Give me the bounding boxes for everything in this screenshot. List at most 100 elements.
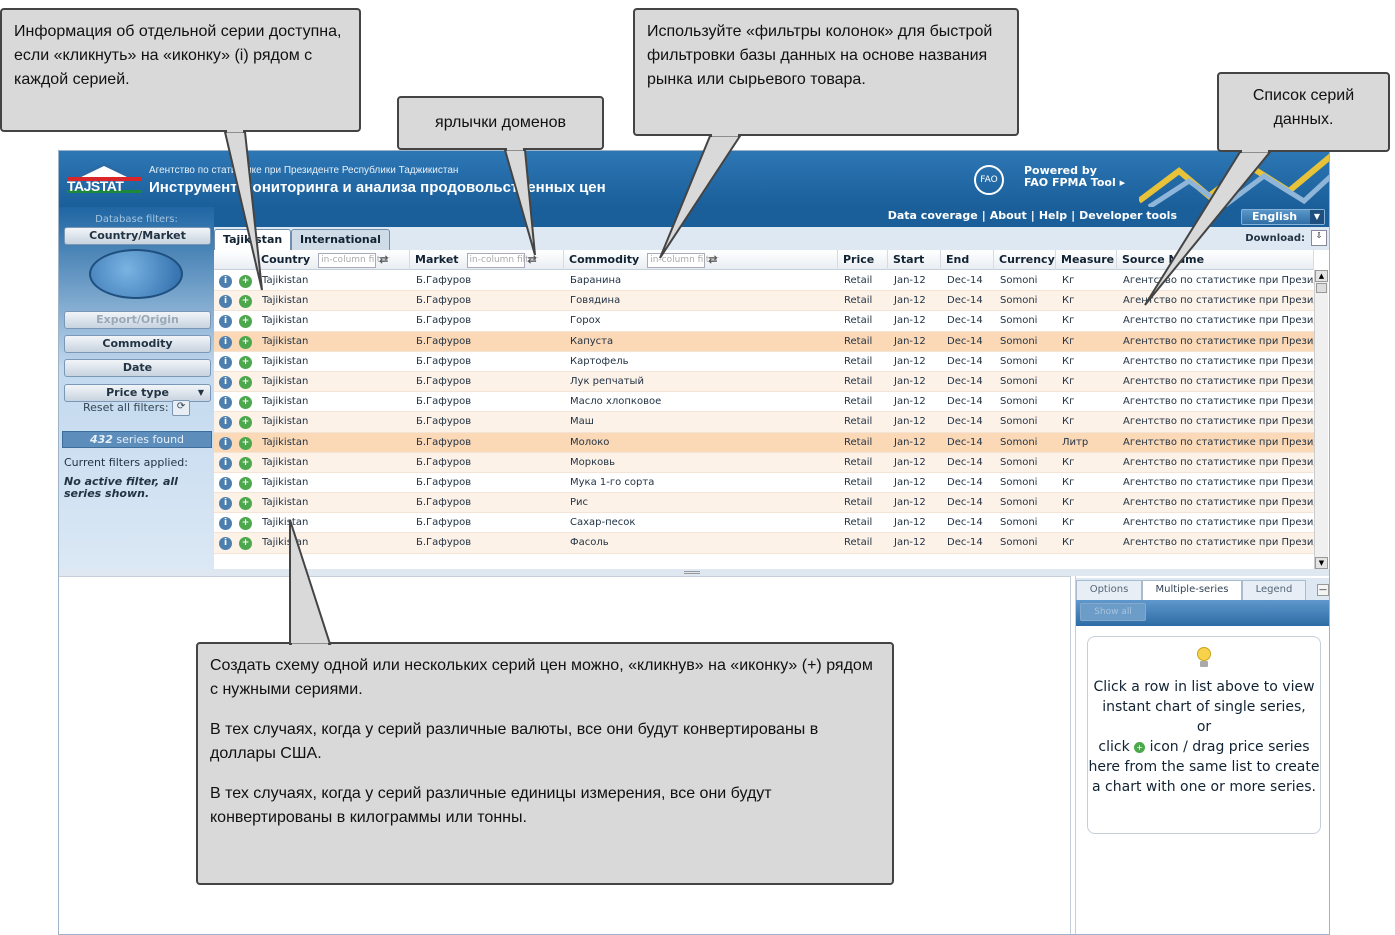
- cell-measure: Кг: [1062, 456, 1075, 468]
- commodity-button[interactable]: Commodity: [64, 335, 211, 353]
- series-grid: Country in-column filter⇄ Market in-column…: [214, 250, 1329, 569]
- reset-label: Reset all filters:: [82, 401, 169, 414]
- splitter-grip[interactable]: [684, 571, 700, 574]
- download-icon[interactable]: ⇩: [1311, 230, 1327, 246]
- info-icon[interactable]: i: [219, 295, 232, 309]
- cell-price: Retail: [844, 375, 873, 387]
- cell-country: Tajikistan: [262, 275, 309, 286]
- info-icon[interactable]: i: [219, 335, 232, 349]
- table-row[interactable]: i + Tajikistan Б.Гафуров Мука 1-го сорта Reta…: [214, 473, 1314, 494]
- info-icon[interactable]: i: [219, 476, 232, 490]
- callout-list: Список серий данных.: [1217, 72, 1390, 152]
- filter-sidebar: Database filters: Country/Market Export/…: [59, 207, 214, 569]
- country-market-button[interactable]: Country/Market: [64, 227, 211, 245]
- refresh-icon[interactable]: ⟳: [172, 400, 191, 416]
- tab-legend[interactable]: Legend: [1242, 580, 1306, 600]
- info-icon[interactable]: i: [219, 375, 232, 389]
- drop-hint-box[interactable]: Click a row in list above to view instan…: [1087, 636, 1321, 834]
- cell-measure: Кг: [1062, 476, 1075, 488]
- table-row[interactable]: i + Tajikistan Б.Гафуров Маш Retail Jan-12 Dec-…: [214, 412, 1314, 433]
- cell-currency: Somoni: [1000, 537, 1038, 549]
- minimize-icon[interactable]: —: [1317, 584, 1329, 596]
- info-icon[interactable]: i: [219, 396, 232, 410]
- cell-currency: Somoni: [1000, 436, 1038, 448]
- header-measure[interactable]: Measure: [1056, 250, 1117, 270]
- nav-developer-tools[interactable]: Developer tools: [1075, 209, 1181, 222]
- scroll-thumb[interactable]: [1316, 283, 1327, 293]
- header-source-name[interactable]: Source Name: [1117, 250, 1314, 270]
- grid-scrollbar[interactable]: ▲ ▼: [1314, 270, 1328, 569]
- add-series-icon[interactable]: +: [239, 355, 252, 369]
- add-series-icon[interactable]: +: [239, 476, 252, 490]
- add-series-icon[interactable]: +: [239, 517, 252, 531]
- add-series-icon[interactable]: +: [239, 456, 252, 470]
- header-currency[interactable]: Currency: [994, 250, 1056, 270]
- add-series-icon[interactable]: +: [239, 335, 252, 349]
- tab-international[interactable]: International: [291, 229, 390, 250]
- cell-price: Retail: [844, 355, 873, 367]
- add-series-icon[interactable]: +: [239, 537, 252, 551]
- powered-by-link[interactable]: Powered by FAO FPMA Tool ▸: [1024, 165, 1125, 189]
- table-row[interactable]: i + Tajikistan Б.Гафуров Фасоль Retail Jan-12 D…: [214, 533, 1314, 554]
- nav-about[interactable]: About: [986, 209, 1031, 222]
- info-icon[interactable]: i: [219, 537, 232, 551]
- table-row[interactable]: i + Tajikistan Б.Гафуров Говядина Retail Jan-1…: [214, 291, 1314, 312]
- header-end[interactable]: End: [941, 250, 994, 270]
- table-row[interactable]: i + Tajikistan Б.Гафуров Молоко Retail Jan-12 D…: [214, 432, 1314, 453]
- country-filter-input[interactable]: in-column filter: [318, 252, 390, 268]
- pane-splitter[interactable]: [59, 569, 1329, 576]
- tab-multiple-series[interactable]: Multiple-series: [1142, 580, 1242, 600]
- info-icon[interactable]: i: [219, 517, 232, 531]
- info-icon[interactable]: i: [219, 275, 232, 288]
- header-price[interactable]: Price: [838, 250, 888, 270]
- table-row[interactable]: i + Tajikistan Б.Гафуров Лук репчатый Retail J…: [214, 371, 1314, 393]
- add-series-icon[interactable]: +: [239, 497, 252, 511]
- add-series-icon[interactable]: +: [239, 375, 252, 389]
- tab-options[interactable]: Options: [1076, 580, 1142, 600]
- cell-end: Dec-14: [947, 517, 983, 529]
- table-row[interactable]: i + Tajikistan Б.Гафуров Сахар-песок Retail Ja…: [214, 513, 1314, 534]
- commodity-filter-input[interactable]: in-column filter: [647, 252, 719, 268]
- add-series-icon[interactable]: +: [239, 315, 252, 329]
- cell-source: Агентство по статистике при Президенте: [1123, 517, 1314, 529]
- cell-end: Dec-14: [947, 436, 983, 448]
- refresh-icon[interactable]: ⇄: [708, 250, 717, 270]
- date-button[interactable]: Date: [64, 359, 211, 377]
- cell-market: Б.Гафуров: [416, 537, 472, 549]
- add-series-icon[interactable]: +: [239, 436, 252, 450]
- world-map-icon[interactable]: [89, 249, 183, 299]
- add-series-icon[interactable]: +: [239, 275, 252, 288]
- table-row[interactable]: i + Tajikistan Б.Гафуров Морковь Retail Jan-12…: [214, 452, 1314, 473]
- nav-help[interactable]: Help: [1035, 209, 1071, 222]
- table-row[interactable]: i + Tajikistan Б.Гафуров Рис Retail Jan-12 Dec-…: [214, 493, 1314, 514]
- table-row[interactable]: i + Tajikistan Б.Гафуров Картофель Retail Jan-…: [214, 352, 1314, 372]
- add-series-icon[interactable]: +: [239, 295, 252, 309]
- scroll-down-icon[interactable]: ▼: [1315, 557, 1328, 569]
- show-all-button[interactable]: Show all: [1080, 603, 1146, 621]
- scroll-up-icon[interactable]: ▲: [1315, 270, 1328, 282]
- add-series-icon[interactable]: +: [239, 396, 252, 410]
- hint-click: click: [1098, 739, 1130, 755]
- refresh-icon[interactable]: ⇄: [528, 250, 537, 270]
- info-icon[interactable]: i: [219, 456, 232, 470]
- export-origin-button[interactable]: Export/Origin: [64, 311, 211, 329]
- info-icon[interactable]: i: [219, 315, 232, 329]
- info-icon[interactable]: i: [219, 355, 232, 369]
- market-filter-input[interactable]: in-column filter: [466, 252, 538, 268]
- cell-start: Jan-12: [894, 315, 926, 327]
- info-icon[interactable]: i: [219, 497, 232, 511]
- table-row[interactable]: i + Tajikistan Б.Гафуров Горох Retail Jan-12 De…: [214, 311, 1314, 332]
- header-start[interactable]: Start: [888, 250, 941, 270]
- callout-create: Создать схему одной или нескольких серий…: [196, 642, 894, 885]
- info-icon[interactable]: i: [219, 416, 232, 430]
- cell-end: Dec-14: [947, 335, 983, 347]
- table-row[interactable]: i + Tajikistan Б.Гафуров Масло хлопковое Reta…: [214, 392, 1314, 413]
- tab-tajikistan[interactable]: Tajikistan: [214, 229, 292, 250]
- language-select[interactable]: English ▼: [1241, 209, 1325, 225]
- nav-data-coverage[interactable]: Data coverage: [884, 209, 982, 222]
- refresh-icon[interactable]: ⇄: [379, 250, 388, 270]
- add-series-icon[interactable]: +: [239, 416, 252, 430]
- table-row[interactable]: i + Tajikistan Б.Гафуров Капуста Retail Jan-12…: [214, 331, 1314, 352]
- info-icon[interactable]: i: [219, 436, 232, 450]
- table-row[interactable]: i + Tajikistan Б.Гафуров Баранина Retail Jan-1…: [214, 271, 1314, 292]
